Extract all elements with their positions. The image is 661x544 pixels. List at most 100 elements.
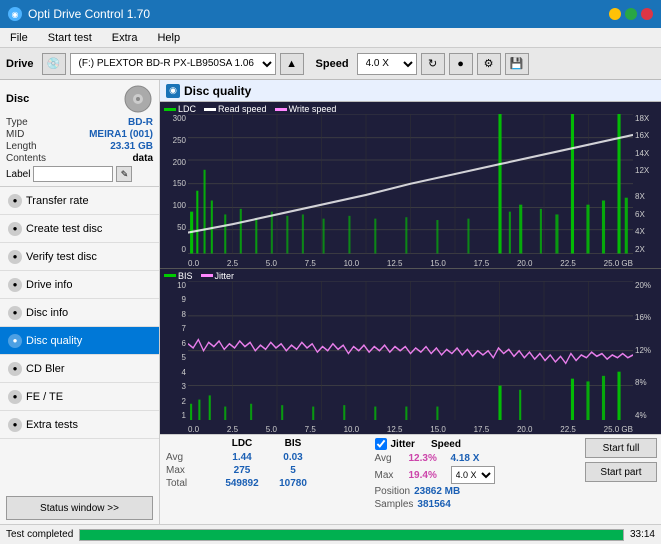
sidebar-item-extra-tests[interactable]: ●Extra tests <box>0 411 159 439</box>
disc-type-row: Type BD-R <box>6 117 153 128</box>
sidebar-item-label-disc-info: Disc info <box>26 307 68 319</box>
disc-svg-icon <box>123 84 153 114</box>
max-ldc-val: 275 <box>222 465 262 476</box>
x-20: 20.0 <box>517 259 533 268</box>
x-0: 0.0 <box>188 259 199 268</box>
y-top-200: 200 <box>173 158 186 167</box>
start-full-button[interactable]: Start full <box>585 438 657 458</box>
legend-bis-label: BIS <box>178 271 193 281</box>
eject-button[interactable]: ▲ <box>280 53 304 75</box>
status-window-button[interactable]: Status window >> <box>6 496 153 520</box>
cd-bler-icon: ● <box>8 362 22 376</box>
save-button[interactable]: 💾 <box>505 53 529 75</box>
bx-12.5: 12.5 <box>387 425 403 434</box>
x-12.5: 12.5 <box>387 259 403 268</box>
speed-select[interactable]: 4.0 X <box>357 53 417 75</box>
bx-17.5: 17.5 <box>474 425 490 434</box>
disc-contents-row: Contents data <box>6 153 153 164</box>
stat-header-ldc: LDC <box>222 438 262 449</box>
disc-label-input[interactable] <box>33 166 113 182</box>
menu-extra[interactable]: Extra <box>106 31 144 45</box>
legend-write-color <box>275 108 287 111</box>
disc-type-label: Type <box>6 117 28 128</box>
sidebar-item-disc-quality[interactable]: ● Disc quality <box>0 327 159 355</box>
start-buttons: Start full Start part <box>585 438 657 482</box>
settings-button[interactable]: ⚙ <box>477 53 501 75</box>
sidebar-item-label-disc-quality: Disc quality <box>26 335 82 347</box>
sidebar-item-transfer-rate[interactable]: ●Transfer rate <box>0 187 159 215</box>
legend-read-label: Read speed <box>218 104 267 114</box>
titlebar: ◉ Opti Drive Control 1.70 <box>0 0 661 28</box>
sidebar-item-disc-info[interactable]: ●Disc info <box>0 299 159 327</box>
disc-quality-icon: ◉ <box>166 84 180 98</box>
sidebar-item-label-cd-bler: CD Bler <box>26 363 65 375</box>
by-10: 10 <box>177 281 186 290</box>
y-top-100: 100 <box>173 201 186 210</box>
max-label-j: Max <box>375 470 405 481</box>
disc-label-edit-button[interactable]: ✎ <box>116 166 132 182</box>
y-right-2x: 2X <box>635 245 645 254</box>
stats-table-left: LDC BIS Avg 1.44 0.03 Max 275 5 Total <box>164 438 371 490</box>
y-right-4x: 4X <box>635 227 645 236</box>
main-area: Disc Type BD-R MID MEIRA1 (001) Length 2… <box>0 80 661 524</box>
app-icon: ◉ <box>8 7 22 21</box>
start-part-button[interactable]: Start part <box>585 462 657 482</box>
avg-label-j: Avg <box>375 453 405 464</box>
minimize-button[interactable] <box>609 8 621 20</box>
charts-area: LDC Read speed Write speed 300 250 20 <box>160 102 661 434</box>
app-title: Opti Drive Control 1.70 <box>28 7 150 21</box>
maximize-button[interactable] <box>625 8 637 20</box>
y-top-250: 250 <box>173 136 186 145</box>
drive-icon: 💿 <box>42 53 66 75</box>
by-r-20: 20% <box>635 281 651 290</box>
drive-select[interactable]: (F:) PLEXTOR BD-R PX-LB950SA 1.06 <box>70 53 276 75</box>
by-8: 8 <box>182 310 186 319</box>
disc-button[interactable]: ● <box>449 53 473 75</box>
x-17.5: 17.5 <box>474 259 490 268</box>
x-15: 15.0 <box>430 259 446 268</box>
max-jitter-val: 19.4% <box>409 470 447 481</box>
menu-start-test[interactable]: Start test <box>42 31 98 45</box>
refresh-button[interactable]: ↻ <box>421 53 445 75</box>
disc-quality-icon: ● <box>8 334 22 348</box>
jitter-checkbox[interactable] <box>375 438 387 450</box>
sidebar-item-verify-test-disc[interactable]: ●Verify test disc <box>0 243 159 271</box>
by-r-4: 4% <box>635 411 647 420</box>
stat-header-blank <box>166 438 206 449</box>
sidebar-item-fe-te[interactable]: ●FE / TE <box>0 383 159 411</box>
by-r-16: 16% <box>635 313 651 322</box>
right-panel: ◉ Disc quality LDC Read speed <box>160 80 661 524</box>
total-ldc-val: 549892 <box>222 478 262 489</box>
bx-20: 20.0 <box>517 425 533 434</box>
disc-label-row: Label ✎ <box>6 166 153 182</box>
y-right-12x: 12X <box>635 166 649 175</box>
x-2.5: 2.5 <box>227 259 238 268</box>
bx-10: 10.0 <box>344 425 360 434</box>
sidebar-item-label-extra-tests: Extra tests <box>26 419 78 431</box>
menu-file[interactable]: File <box>4 31 34 45</box>
by-6: 6 <box>182 339 186 348</box>
disc-panel: Disc Type BD-R MID MEIRA1 (001) Length 2… <box>0 80 159 187</box>
top-chart-svg <box>188 114 633 254</box>
samples-val: 381564 <box>417 499 450 510</box>
menu-help[interactable]: Help <box>151 31 186 45</box>
nav-menu: ●Transfer rate●Create test disc●Verify t… <box>0 187 159 439</box>
disc-contents-label: Contents <box>6 153 46 164</box>
sidebar-item-drive-info[interactable]: ●Drive info <box>0 271 159 299</box>
speed-header: Speed <box>431 439 461 450</box>
close-button[interactable] <box>641 8 653 20</box>
sidebar-item-create-test-disc[interactable]: ●Create test disc <box>0 215 159 243</box>
y-right-16x: 16X <box>635 131 649 140</box>
x-10: 10.0 <box>344 259 360 268</box>
sidebar-item-cd-bler[interactable]: ● CD Bler <box>0 355 159 383</box>
progress-bar-container <box>79 529 624 541</box>
disc-length-value: 23.31 GB <box>110 141 153 152</box>
progress-bar <box>80 530 623 540</box>
legend-jitter-color <box>201 274 213 277</box>
pos-val: 23862 MB <box>414 486 460 497</box>
total-bis-val: 10780 <box>278 478 308 489</box>
by-2: 2 <box>182 397 186 406</box>
bottom-chart-svg <box>188 281 633 421</box>
sidebar-item-label-drive-info: Drive info <box>26 279 72 291</box>
speed-dropdown[interactable]: 4.0 X <box>451 466 495 484</box>
